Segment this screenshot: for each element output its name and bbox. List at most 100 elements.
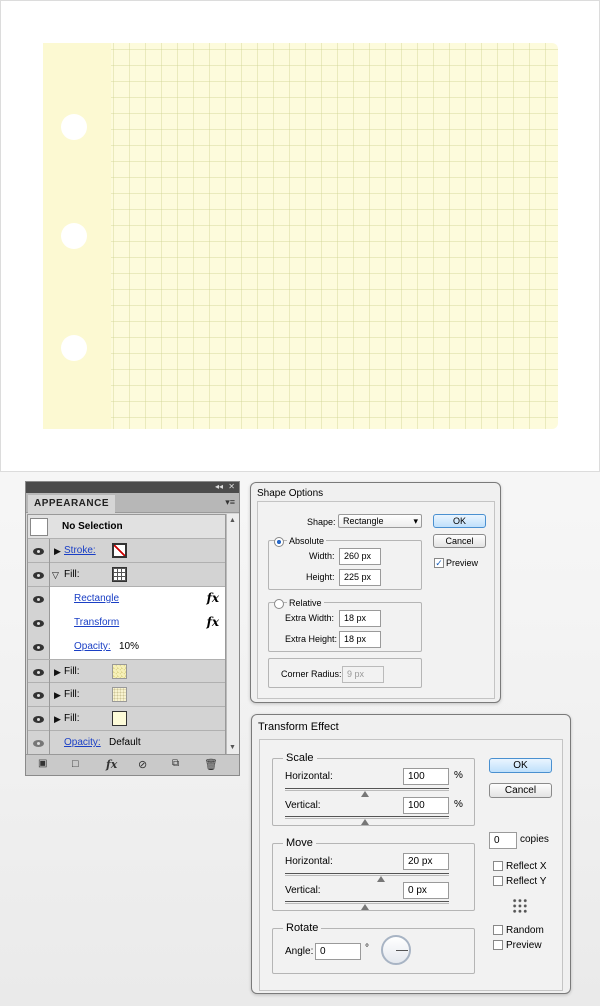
move-vertical-label: Vertical: bbox=[285, 885, 321, 896]
absolute-group: Absolute Width: 260 px Height: 225 px bbox=[268, 536, 422, 590]
stroke-swatch[interactable] bbox=[112, 543, 127, 558]
scroll-down-icon[interactable]: ▼ bbox=[229, 744, 236, 751]
extra-width-input[interactable]: 18 px bbox=[339, 610, 381, 627]
rectangle-effect-link[interactable]: Rectangle bbox=[74, 593, 119, 604]
punch-hole bbox=[61, 223, 87, 249]
panel-menu-icon[interactable]: ▾≡ bbox=[225, 497, 235, 508]
corner-radius-input[interactable]: 9 px bbox=[342, 666, 384, 683]
chevron-down-icon: ▾ bbox=[413, 516, 418, 526]
visibility-eye-icon[interactable] bbox=[28, 660, 50, 684]
scale-vertical-label: Vertical: bbox=[285, 800, 321, 811]
cancel-button[interactable]: Cancel bbox=[433, 534, 486, 548]
copies-input[interactable]: 0 bbox=[489, 832, 517, 849]
reference-point-icon[interactable] bbox=[512, 898, 528, 914]
tab-appearance[interactable]: APPEARANCE bbox=[28, 495, 116, 513]
punch-hole bbox=[61, 114, 87, 140]
opacity-value: 10% bbox=[119, 641, 140, 652]
visibility-eye-icon[interactable] bbox=[28, 587, 50, 611]
expand-triangle-icon[interactable]: ▶ bbox=[54, 714, 61, 725]
extra-height-input[interactable]: 18 px bbox=[339, 631, 381, 648]
preview-checkbox[interactable]: ✓ bbox=[434, 558, 444, 568]
width-input[interactable]: 260 px bbox=[339, 548, 381, 565]
appearance-panel: ◂◂ ✕ APPEARANCE ▾≡ No Selection ▶ Stroke… bbox=[25, 481, 240, 776]
trash-icon[interactable]: 🗑 bbox=[204, 758, 218, 771]
fx-icon[interactable]: fx bbox=[207, 591, 219, 605]
ok-button[interactable]: OK bbox=[489, 758, 552, 773]
add-effect-fx-icon[interactable]: fx bbox=[106, 758, 117, 771]
relative-radio[interactable] bbox=[274, 599, 284, 609]
fill-row[interactable]: ▶ Fill: bbox=[28, 707, 225, 731]
slider-thumb[interactable] bbox=[377, 876, 385, 882]
reflect-y-checkbox[interactable] bbox=[493, 876, 503, 886]
clear-appearance-icon[interactable]: ⊘ bbox=[138, 758, 147, 771]
expand-triangle-icon[interactable]: ▶ bbox=[54, 546, 61, 557]
cancel-button[interactable]: Cancel bbox=[489, 783, 552, 798]
stroke-row[interactable]: ▶ Stroke: bbox=[28, 539, 225, 563]
collapse-triangle-icon[interactable]: ▽ bbox=[52, 570, 59, 581]
visibility-eye-icon[interactable] bbox=[28, 611, 50, 635]
move-horizontal-slider[interactable] bbox=[285, 873, 449, 876]
move-vertical-input[interactable]: 0 px bbox=[403, 882, 449, 899]
preview-checkbox[interactable] bbox=[493, 940, 503, 950]
add-fill-icon[interactable]: □ bbox=[72, 758, 79, 770]
collapse-panel-icon[interactable]: ◂◂ bbox=[215, 482, 223, 492]
angle-dial[interactable] bbox=[381, 935, 411, 965]
relative-group: Relative Extra Width: 18 px Extra Height… bbox=[268, 598, 422, 652]
visibility-eye-icon[interactable] bbox=[28, 707, 50, 731]
expand-triangle-icon[interactable]: ▶ bbox=[54, 690, 61, 701]
fill-row[interactable]: ▶ Fill: bbox=[28, 683, 225, 707]
preview-label: Preview bbox=[446, 558, 479, 568]
effect-row-rectangle[interactable]: Rectangle fx bbox=[28, 587, 225, 611]
opacity-row-fill[interactable]: Opacity: 10% bbox=[28, 635, 225, 659]
panel-scrollbar[interactable]: ▲ ▼ bbox=[226, 514, 239, 754]
transform-effect-link[interactable]: Transform bbox=[74, 617, 119, 628]
stroke-label[interactable]: Stroke: bbox=[64, 545, 96, 556]
visibility-eye-icon[interactable] bbox=[28, 683, 50, 707]
reflect-x-checkbox[interactable] bbox=[493, 861, 503, 871]
degree-sign: ° bbox=[365, 943, 369, 954]
scroll-up-icon[interactable]: ▲ bbox=[229, 517, 236, 524]
slider-thumb[interactable] bbox=[361, 904, 369, 910]
visibility-eye-icon[interactable] bbox=[28, 635, 50, 659]
visibility-eye-icon[interactable] bbox=[28, 731, 50, 755]
appearance-list: No Selection ▶ Stroke: ▽ Fill: Rectangle… bbox=[27, 514, 226, 755]
angle-input[interactable]: 0 bbox=[315, 943, 361, 960]
duplicate-item-icon[interactable]: ⧉ bbox=[172, 758, 179, 769]
scale-label: Scale bbox=[283, 752, 317, 764]
height-input[interactable]: 225 px bbox=[339, 569, 381, 586]
scale-group: Scale Horizontal: 100 % Vertical: 100 % bbox=[272, 752, 475, 826]
opacity-link[interactable]: Opacity: bbox=[64, 737, 101, 748]
slider-thumb[interactable] bbox=[361, 819, 369, 825]
fill-row[interactable]: ▶ Fill: bbox=[28, 659, 225, 684]
no-selection-row[interactable]: No Selection bbox=[28, 515, 225, 539]
grid-paper-artwork bbox=[43, 43, 558, 429]
absolute-radio[interactable] bbox=[274, 537, 284, 547]
shape-dropdown[interactable]: Rectangle ▾ bbox=[338, 514, 422, 528]
expand-triangle-icon[interactable]: ▶ bbox=[54, 667, 61, 678]
angle-label: Angle: bbox=[285, 946, 314, 957]
dialog-title: Transform Effect bbox=[258, 721, 339, 733]
solid-fill-swatch[interactable] bbox=[112, 711, 127, 726]
move-horizontal-input[interactable]: 20 px bbox=[403, 853, 449, 870]
effect-row-transform[interactable]: Transform fx bbox=[28, 611, 225, 635]
scale-horizontal-label: Horizontal: bbox=[285, 771, 333, 782]
dots-fill-swatch[interactable] bbox=[112, 687, 127, 702]
visibility-eye-icon[interactable] bbox=[28, 563, 50, 587]
add-stroke-icon[interactable]: ▣ bbox=[38, 758, 47, 769]
dialog-title: Shape Options bbox=[257, 488, 324, 499]
shape-dropdown-value: Rectangle bbox=[343, 516, 384, 526]
visibility-eye-icon[interactable] bbox=[28, 539, 50, 563]
close-panel-icon[interactable]: ✕ bbox=[228, 482, 235, 492]
grid-fill-swatch[interactable] bbox=[112, 567, 127, 582]
random-checkbox[interactable] bbox=[493, 925, 503, 935]
pattern-fill-swatch[interactable] bbox=[112, 664, 127, 679]
opacity-row[interactable]: Opacity: Default bbox=[28, 731, 225, 755]
scale-vertical-input[interactable]: 100 bbox=[403, 797, 449, 814]
scale-horizontal-input[interactable]: 100 bbox=[403, 768, 449, 785]
slider-thumb[interactable] bbox=[361, 791, 369, 797]
opacity-link[interactable]: Opacity: bbox=[74, 641, 111, 652]
move-horizontal-label: Horizontal: bbox=[285, 856, 333, 867]
fill-row[interactable]: ▽ Fill: bbox=[28, 563, 225, 587]
ok-button[interactable]: OK bbox=[433, 514, 486, 528]
fx-icon[interactable]: fx bbox=[207, 615, 219, 629]
